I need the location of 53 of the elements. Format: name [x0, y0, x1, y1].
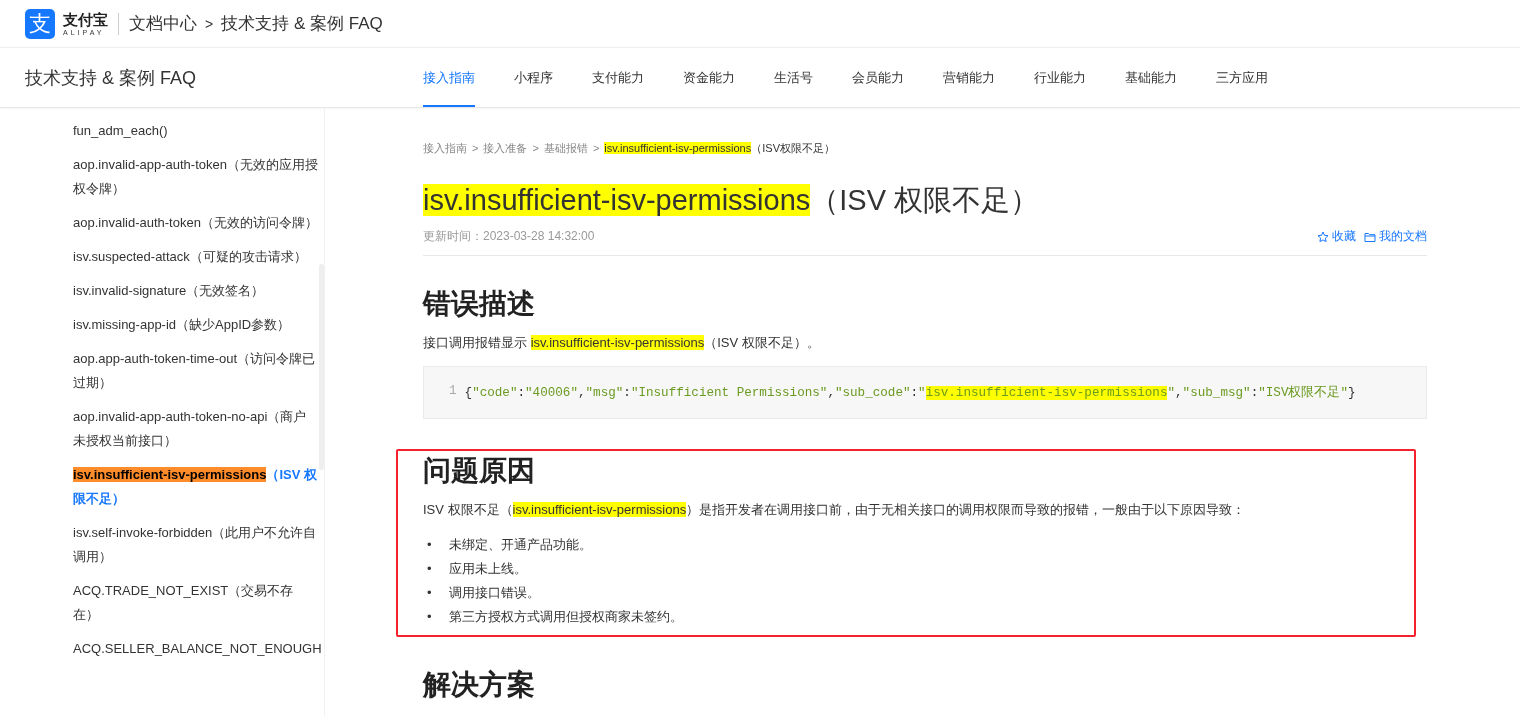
nav-tab[interactable]: 资金能力 — [683, 48, 735, 107]
sidebar-item[interactable]: aop.invalid-auth-token（无效的访问令牌） — [73, 206, 318, 240]
list-item: 调用接口错误。 — [449, 584, 540, 602]
nav-tab[interactable]: 营销能力 — [943, 48, 995, 107]
nav-tab[interactable]: 会员能力 — [852, 48, 904, 107]
paragraph: ISV 权限不足（isv.insufficient-isv-permissions）是指开发者在调用接口前，由于无相关接口的调用权限而导致的报错，一般由于以下原因导致： — [423, 501, 1247, 519]
paragraph: 接口调用报错显示 isv.insufficient-isv-permissions（ISV 权限不足）。 — [423, 334, 821, 352]
breadcrumb-link[interactable]: 文档中心 — [129, 12, 197, 35]
bullet: • — [427, 536, 433, 554]
page-title: 技术支持 & 案例 FAQ — [24, 66, 198, 90]
favorite-link[interactable]: 收藏 — [1317, 228, 1356, 245]
breadcrumb-separator: > — [532, 142, 539, 154]
list-item: 第三方授权方式调用但授权商家未签约。 — [449, 608, 683, 626]
breadcrumb-separator: > — [205, 15, 214, 32]
sidebar-item[interactable]: ACQ.TRADE_NOT_EXIST（交易不存在） — [73, 574, 318, 632]
breadcrumb-link[interactable]: 基础报错 — [543, 140, 588, 156]
nav-tab[interactable]: 生活号 — [774, 48, 813, 107]
breadcrumb-separator: > — [592, 142, 600, 154]
breadcrumb-link[interactable]: 技术支持 & 案例 FAQ — [221, 12, 383, 35]
star-icon — [1317, 230, 1329, 243]
list-item: 应用未上线。 — [449, 560, 527, 578]
nav-tab[interactable]: 小程序 — [514, 48, 553, 107]
sidebar-item[interactable]: isv.missing-app-id（缺少AppID参数） — [73, 308, 318, 342]
line-number: 1 — [449, 384, 457, 400]
folder-icon — [1364, 230, 1376, 243]
breadcrumb-separator: > — [472, 142, 479, 154]
section-heading: 错误描述 — [423, 287, 536, 321]
breadcrumb-link[interactable]: 接入准备 — [483, 140, 528, 156]
sidebar-item[interactable]: fun_adm_each() — [73, 114, 318, 148]
my-docs-link[interactable]: 我的文档 — [1364, 228, 1427, 245]
nav-tab[interactable]: 三方应用 — [1216, 48, 1268, 107]
sidebar-item[interactable]: isv.suspected-attack（可疑的攻击请求） — [73, 240, 318, 274]
section-heading: 问题原因 — [423, 454, 536, 488]
nav-tab[interactable]: 支付能力 — [592, 48, 644, 107]
code-line: {"code":"40006","msg":"Insufficient Permissions","sub_code":"isv.insufficient-isv-permissions","sub_msg":"ISV权限不足"} — [464, 384, 1356, 401]
breadcrumb-link[interactable]: 接入指南 — [423, 140, 467, 156]
sidebar-item[interactable]: aop.invalid-app-auth-token-no-api（商户未授权当前接口） — [73, 400, 318, 458]
section-heading: 解决方案 — [423, 668, 536, 702]
bullet: • — [427, 560, 433, 578]
bullet: • — [427, 584, 433, 602]
sidebar-item[interactable]: isv.self-invoke-forbidden（此用户不允许自调用） — [73, 516, 318, 574]
logo-name: 支付宝 — [63, 11, 108, 27]
sidebar-item[interactable]: isv.invalid-signature（无效签名） — [73, 274, 318, 308]
sidebar-item[interactable]: aop.invalid-app-auth-token（无效的应用授权令牌） — [73, 148, 318, 206]
nav-tab[interactable]: 行业能力 — [1034, 48, 1086, 107]
nav-tab[interactable]: 基础能力 — [1125, 48, 1177, 107]
bullet: • — [427, 608, 433, 626]
sidebar-item[interactable]: isv.insufficient-isv-permissions（ISV 权限不足） — [73, 458, 318, 516]
update-time: 更新时间：2023-03-28 14:32:00 — [423, 228, 595, 245]
list-item: 未绑定、开通产品功能。 — [449, 536, 592, 554]
nav-tab[interactable]: 接入指南 — [423, 48, 475, 107]
logo-mark: 支 — [25, 8, 55, 39]
sidebar-item[interactable]: aop.app-auth-token-time-out（访问令牌已过期） — [73, 342, 318, 400]
